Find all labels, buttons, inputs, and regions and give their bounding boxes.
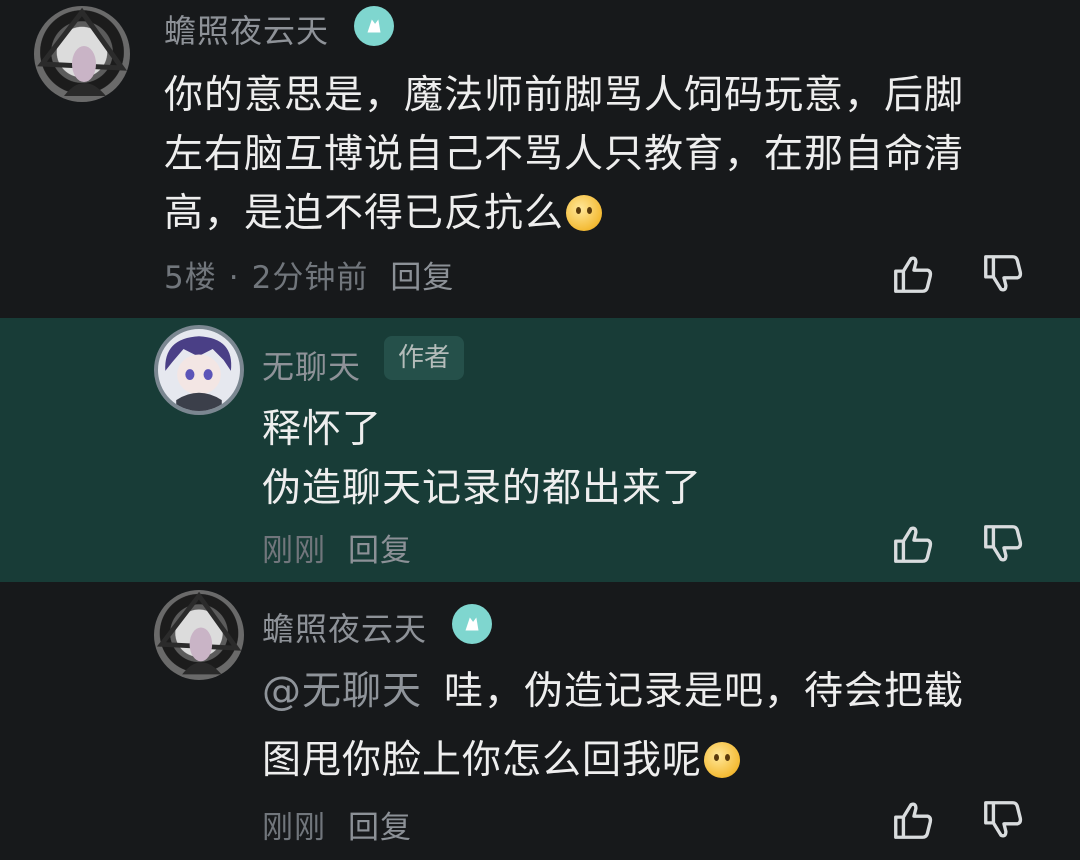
reply-item: 蟾照夜云天 @无聊天 哇，伪造记录是吧，待会把截 图甩你脸上你怎么回我呢 刚刚 回复 [0, 582, 1080, 860]
comment-text: @无聊天 哇，伪造记录是吧，待会把截 图甩你脸上你怎么回我呢 [262, 662, 964, 790]
comment-text-line: 释怀了 [262, 407, 383, 452]
comment-item: 蟾照夜云天 你的意思是，魔法师前脚骂人饲码玩意，后脚 左右脑互博说自己不骂人只教… [0, 0, 1080, 318]
reply-button[interactable]: 回复 [348, 810, 412, 846]
comment-time: 2分钟前 [251, 260, 369, 296]
grin-emoji [704, 742, 741, 778]
avatar-image [165, 336, 232, 411]
comment-text-line: 伪造聊天记录的都出来了 [262, 466, 703, 511]
comment-text-line: 高，是迫不得已反抗么 [164, 184, 964, 243]
comment-text-line: @无聊天 哇，伪造记录是吧，待会把截 [262, 669, 965, 714]
username[interactable]: 蟾照夜云天 [262, 604, 427, 650]
comment-text: 释怀了 伪造聊天记录的都出来了 [262, 400, 702, 518]
author-tag: 作者 [384, 336, 465, 380]
avatar-image [156, 591, 242, 675]
comment-text: 你的意思是，魔法师前脚骂人饲码玩意，后脚 左右脑互博说自己不骂人只教育，在那自命… [164, 66, 964, 243]
mention-link[interactable]: @无聊天 [262, 669, 422, 714]
avatar[interactable] [34, 6, 130, 102]
thumbs-down-icon[interactable] [980, 797, 1026, 843]
thumbs-up-icon[interactable] [890, 521, 936, 567]
avatar[interactable] [154, 325, 244, 415]
comment-text-line: 左右脑互博说自己不骂人只教育，在那自命清 [164, 132, 965, 177]
avatar[interactable] [154, 590, 244, 680]
comment-text-line: 你的意思是，魔法师前脚骂人饲码玩意，后脚 [164, 73, 965, 118]
verified-badge-icon [452, 604, 492, 644]
reply-button[interactable]: 回复 [390, 260, 454, 296]
comment-time: 刚刚 [262, 533, 326, 569]
thumbs-up-icon[interactable] [890, 797, 936, 843]
thumbs-down-icon[interactable] [980, 521, 1026, 567]
thumbs-down-icon[interactable] [980, 251, 1026, 297]
verified-badge-icon [354, 6, 394, 46]
reply-item-highlighted: 无聊天 作者 释怀了 伪造聊天记录的都出来了 刚刚 回复 [0, 318, 1080, 582]
comment-text-line: 图甩你脸上你怎么回我呢 [262, 731, 964, 790]
smirk-emoji [566, 195, 603, 231]
comment-meta: 5楼 · 2分钟前 回复 [164, 252, 476, 297]
comment-meta: 刚刚 回复 [262, 525, 434, 570]
username[interactable]: 无聊天 [262, 342, 361, 388]
comment-time: 刚刚 [262, 810, 326, 846]
meta-separator: · [228, 260, 240, 296]
avatar-image [37, 7, 128, 96]
thumbs-up-icon[interactable] [890, 251, 936, 297]
floor-number: 5楼 [164, 260, 217, 296]
username[interactable]: 蟾照夜云天 [164, 6, 329, 52]
reply-button[interactable]: 回复 [348, 533, 412, 569]
comment-meta: 刚刚 回复 [262, 802, 434, 847]
